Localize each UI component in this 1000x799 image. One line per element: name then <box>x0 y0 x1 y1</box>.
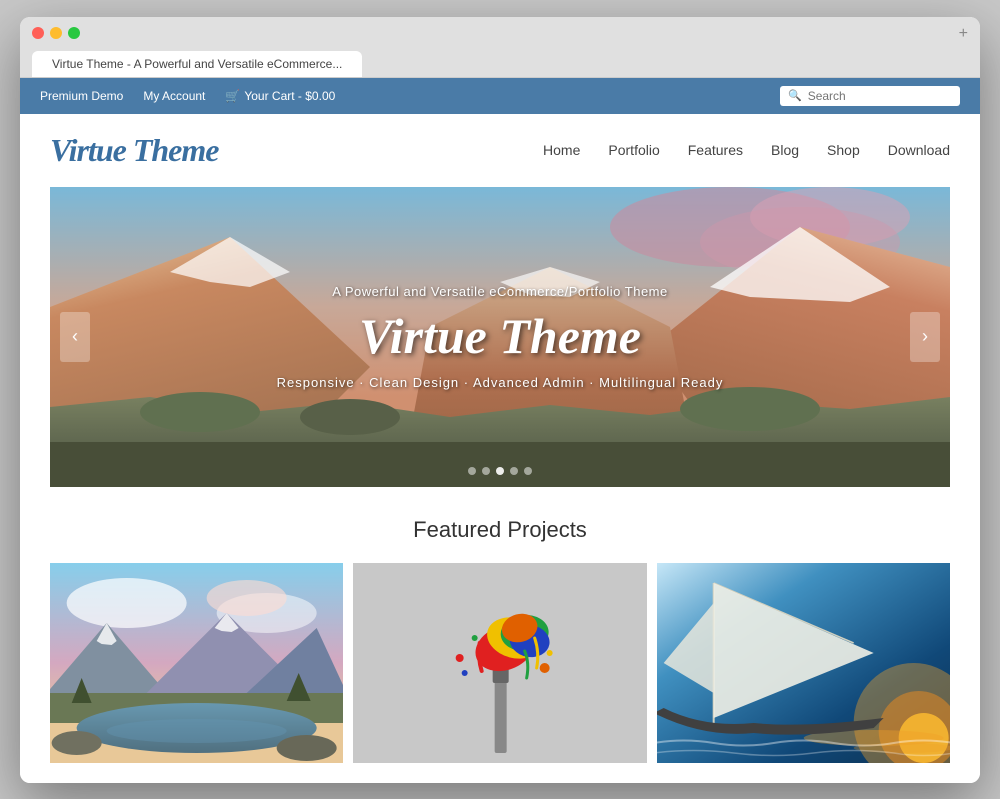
project-card-2[interactable] <box>353 563 646 763</box>
site-wrapper: Premium Demo My Account 🛒 Your Cart - $0… <box>20 78 980 783</box>
premium-demo-link[interactable]: Premium Demo <box>40 89 123 103</box>
chevron-right-icon: › <box>922 326 928 347</box>
cart-icon: 🛒 <box>225 89 240 103</box>
browser-chrome: + Virtue Theme - A Powerful and Versatil… <box>20 17 980 78</box>
slider-dots <box>468 467 532 475</box>
slider-title: Virtue Theme <box>359 307 641 365</box>
cart-link[interactable]: 🛒 Your Cart - $0.00 <box>225 89 335 103</box>
project-2-image <box>353 563 646 763</box>
slider-description: Responsive · Clean Design · Advanced Adm… <box>277 375 724 390</box>
slider-dot-4[interactable] <box>510 467 518 475</box>
my-account-link[interactable]: My Account <box>143 89 205 103</box>
slider-prev-button[interactable]: ‹ <box>60 312 90 362</box>
nav-download[interactable]: Download <box>888 142 950 158</box>
nav-blog[interactable]: Blog <box>771 142 799 158</box>
top-bar: Premium Demo My Account 🛒 Your Cart - $0… <box>20 78 980 114</box>
cart-label: Your Cart - $0.00 <box>244 89 335 103</box>
project-3-image <box>657 563 950 763</box>
slider-wrapper: A Powerful and Versatile eCommerce/Portf… <box>20 187 980 487</box>
slider-next-button[interactable]: › <box>910 312 940 362</box>
project-card-3[interactable] <box>657 563 950 763</box>
tab-label: Virtue Theme - A Powerful and Versatile … <box>52 57 342 71</box>
top-bar-left: Premium Demo My Account 🛒 Your Cart - $0… <box>40 89 335 103</box>
search-icon: 🔍 <box>788 89 802 102</box>
featured-section: Featured Projects <box>20 487 980 783</box>
slider-subtitle: A Powerful and Versatile eCommerce/Portf… <box>332 284 667 299</box>
search-bar: 🔍 <box>780 86 960 106</box>
main-nav: Home Portfolio Features Blog Shop Downlo… <box>543 142 950 158</box>
nav-portfolio[interactable]: Portfolio <box>608 142 659 158</box>
nav-shop[interactable]: Shop <box>827 142 860 158</box>
hero-slider: A Powerful and Versatile eCommerce/Portf… <box>50 187 950 487</box>
chevron-left-icon: ‹ <box>72 326 78 347</box>
maximize-dot[interactable] <box>68 27 80 39</box>
browser-tab[interactable]: Virtue Theme - A Powerful and Versatile … <box>32 51 362 77</box>
browser-window: + Virtue Theme - A Powerful and Versatil… <box>20 17 980 783</box>
search-input[interactable] <box>808 89 948 103</box>
slider-dot-5[interactable] <box>524 467 532 475</box>
slider-overlay: A Powerful and Versatile eCommerce/Portf… <box>50 187 950 487</box>
browser-dots <box>32 27 80 39</box>
featured-section-title: Featured Projects <box>50 517 950 543</box>
slider-dot-3[interactable] <box>496 467 504 475</box>
slider-dot-2[interactable] <box>482 467 490 475</box>
new-tab-button[interactable]: + <box>959 25 968 43</box>
slider-dot-1[interactable] <box>468 467 476 475</box>
close-dot[interactable] <box>32 27 44 39</box>
project-card-1[interactable] <box>50 563 343 763</box>
project-1-image <box>50 563 343 763</box>
projects-grid <box>50 563 950 763</box>
nav-features[interactable]: Features <box>688 142 743 158</box>
nav-home[interactable]: Home <box>543 142 580 158</box>
main-header: Virtue Theme Home Portfolio Features Blo… <box>20 114 980 187</box>
minimize-dot[interactable] <box>50 27 62 39</box>
site-logo[interactable]: Virtue Theme <box>50 132 218 169</box>
